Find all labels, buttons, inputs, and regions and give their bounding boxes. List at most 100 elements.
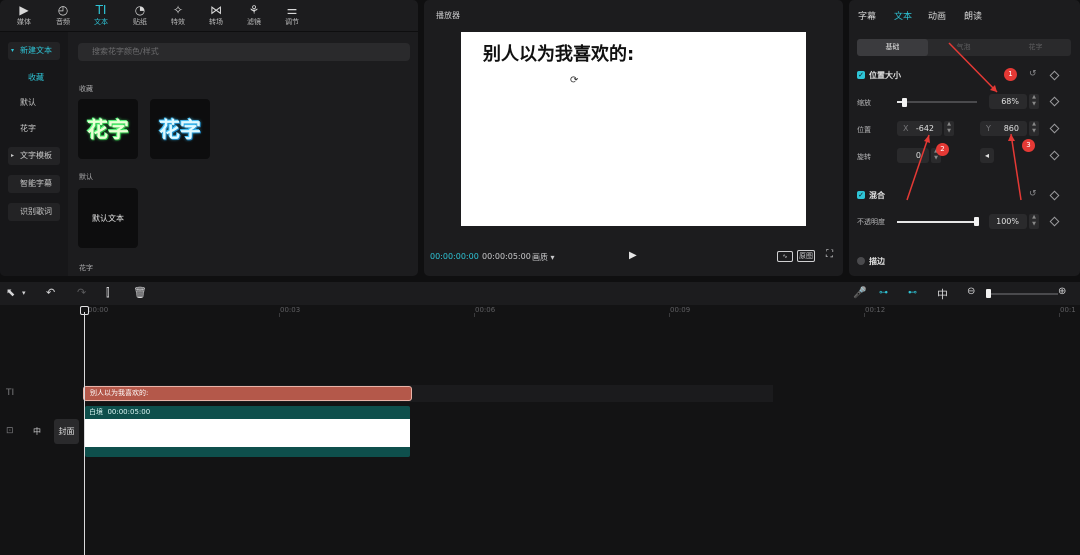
- undo-icon[interactable]: ↶: [46, 286, 55, 299]
- split-icon[interactable]: ⫿: [106, 286, 110, 300]
- magnet-icon[interactable]: ⊷: [908, 288, 917, 298]
- tab-audio[interactable]: ◴ 音频: [45, 3, 81, 27]
- waveform-icon[interactable]: ∿: [777, 251, 793, 262]
- caret-down-icon: ▾: [11, 47, 15, 54]
- redo-icon: ↷: [77, 286, 87, 299]
- annotation-marker-1: 1: [1004, 68, 1017, 81]
- tab-text[interactable]: TI 文本: [83, 3, 119, 27]
- fancy-text-preview: 花字: [87, 118, 129, 142]
- nav-text-template-label: 文字模板: [20, 151, 52, 160]
- ruler-label: 00:06: [475, 306, 496, 314]
- nav-favorites-label: 收藏: [28, 73, 44, 82]
- tab-filter[interactable]: ⚘ 滤镜: [236, 3, 272, 27]
- nav-default[interactable]: 默认: [8, 94, 60, 112]
- nav-new-text[interactable]: ▾ 新建文本: [8, 42, 60, 60]
- player-panel: 播放器 别人以为我喜欢的: ⟳ 00:00:00:00 00:00:05:00 …: [424, 0, 843, 276]
- fullscreen-icon[interactable]: ⛶: [826, 249, 833, 260]
- fancy-text-tile-cyan[interactable]: 花字: [150, 99, 210, 159]
- annotation-marker-3: 3: [1022, 139, 1035, 152]
- microphone-icon[interactable]: 🎤: [853, 286, 867, 299]
- default-text-tile-label: 默认文本: [92, 213, 124, 223]
- transition-icon: ⋈: [210, 3, 222, 17]
- chevron-down-icon[interactable]: ▾: [22, 289, 26, 297]
- fancy-text-tile-green[interactable]: 花字: [78, 99, 138, 159]
- time-ruler[interactable]: 00:00 00:03 00:06 00:09 00:12 00:1: [0, 305, 1080, 317]
- text-icon: TI: [95, 3, 107, 17]
- text-clip[interactable]: 别人以为我喜欢的:: [83, 386, 412, 401]
- playhead[interactable]: [84, 312, 85, 555]
- tab-media[interactable]: ▶ 媒体: [6, 3, 42, 27]
- ruler-tick: [1059, 313, 1060, 317]
- effects-icon: ✧: [172, 3, 184, 17]
- nav-default-label: 默认: [20, 98, 36, 107]
- nav-recognize-lyrics-label: 识别歌词: [20, 207, 52, 216]
- zoom-out-icon[interactable]: ⊖: [967, 286, 975, 297]
- ruler-label: 00:1: [1060, 306, 1076, 314]
- player-title: 播放器: [436, 11, 460, 20]
- video-clip-thumbnail: [85, 419, 410, 447]
- tab-sticker[interactable]: ◔ 贴纸: [122, 3, 158, 27]
- arrow-2-head: [924, 135, 930, 143]
- fancy-section-label: 花字: [79, 264, 93, 272]
- tab-text-label: 文本: [94, 18, 108, 26]
- nav-smart-subtitle[interactable]: 智能字幕: [8, 175, 60, 193]
- cover-button[interactable]: 封面: [54, 419, 79, 444]
- zoom-slider-track[interactable]: [986, 293, 1058, 295]
- zoom-slider-knob[interactable]: [986, 289, 991, 298]
- current-time: 00:00:00:00: [430, 252, 479, 261]
- tab-transition-label: 转场: [209, 18, 223, 26]
- nav-smart-subtitle-label: 智能字幕: [20, 179, 52, 188]
- caret-right-icon: ▸: [11, 152, 15, 159]
- delete-icon[interactable]: 🗑: [133, 286, 147, 299]
- ruler-tick: [864, 313, 865, 317]
- center-icon[interactable]: 中: [937, 286, 948, 302]
- tab-transition[interactable]: ⋈ 转场: [198, 3, 234, 27]
- adjust-icon: ⚌: [286, 3, 298, 17]
- default-text-tile[interactable]: 默认文本: [78, 188, 138, 248]
- arrow-3: [1010, 133, 1022, 201]
- text-track-icon: TI: [6, 388, 15, 398]
- select-tool-icon[interactable]: ⬉: [6, 286, 15, 299]
- arrow-1: [948, 42, 998, 93]
- media-icon: ▶: [19, 3, 29, 17]
- video-clip-duration: 00:00:05:00: [107, 408, 151, 416]
- tab-effects-label: 特效: [171, 18, 185, 26]
- asset-panel: ▶ 媒体 ◴ 音频 TI 文本 ◔ 贴纸 ✧ 特效 ⋈ 转场 ⚘ 滤镜 ⚌ 调节 ▾ 新建文本 收…: [0, 0, 418, 276]
- tab-adjust[interactable]: ⚌ 调节: [274, 3, 310, 27]
- zoom-in-icon[interactable]: ⊕: [1058, 286, 1066, 297]
- nav-fancy-text[interactable]: 花字: [8, 120, 60, 138]
- search-input[interactable]: 搜索花字颜色/样式: [78, 43, 410, 61]
- video-track-icon: ⊡: [6, 426, 14, 436]
- ruler-label: 00:03: [280, 306, 301, 314]
- ruler-tick: [669, 313, 670, 317]
- tab-media-label: 媒体: [17, 18, 31, 26]
- tab-audio-label: 音频: [56, 18, 70, 26]
- annotation-marker-2: 2: [936, 143, 949, 156]
- preview-canvas[interactable]: 别人以为我喜欢的: ⟳: [461, 32, 806, 226]
- canvas-subtitle-text[interactable]: 别人以为我喜欢的:: [483, 40, 634, 66]
- nav-favorites[interactable]: 收藏: [8, 69, 60, 87]
- audio-icon: ◴: [57, 3, 69, 17]
- edit-toolbar: ⬉ ▾ ↶ ↷ ⫿ 🗑 🎤 ⊶ ⊷ 中 ⊖ ⊕: [0, 282, 1080, 305]
- mute-track-icon[interactable]: 中: [33, 426, 41, 437]
- favorites-label: 收藏: [79, 85, 93, 93]
- annotation-arrows: [906, 42, 1022, 201]
- video-clip-header: 白境 00:00:05:00: [85, 406, 410, 419]
- tab-adjust-label: 调节: [285, 18, 299, 26]
- play-button[interactable]: ▶: [629, 250, 637, 261]
- inspector-panel: 字幕 文本 动画 朗读 基础 气泡 花字 ✓ 位置大小 ↺ 缩放 68% ▲ ▼ …: [849, 0, 1080, 276]
- tab-effects[interactable]: ✧ 特效: [160, 3, 196, 27]
- ruler-label: 00:00: [88, 306, 109, 314]
- ruler-label: 00:09: [670, 306, 691, 314]
- nav-fancy-text-label: 花字: [20, 124, 36, 133]
- link-main-track-icon[interactable]: ⊶: [879, 288, 888, 298]
- video-clip[interactable]: 白境 00:00:05:00: [85, 406, 410, 457]
- ruler-tick: [474, 313, 475, 317]
- nav-new-text-label: 新建文本: [20, 46, 52, 55]
- nav-text-template[interactable]: ▸ 文字模板: [8, 147, 60, 165]
- original-ratio-button[interactable]: 原图: [797, 250, 815, 262]
- nav-recognize-lyrics[interactable]: 识别歌词: [8, 203, 60, 221]
- side-nav: ▾ 新建文本 收藏 默认 花字 ▸ 文字模板 智能字幕 识别歌词: [0, 32, 68, 276]
- ruler-label: 00:12: [865, 306, 886, 314]
- quality-select[interactable]: 画质 ▾: [532, 252, 555, 263]
